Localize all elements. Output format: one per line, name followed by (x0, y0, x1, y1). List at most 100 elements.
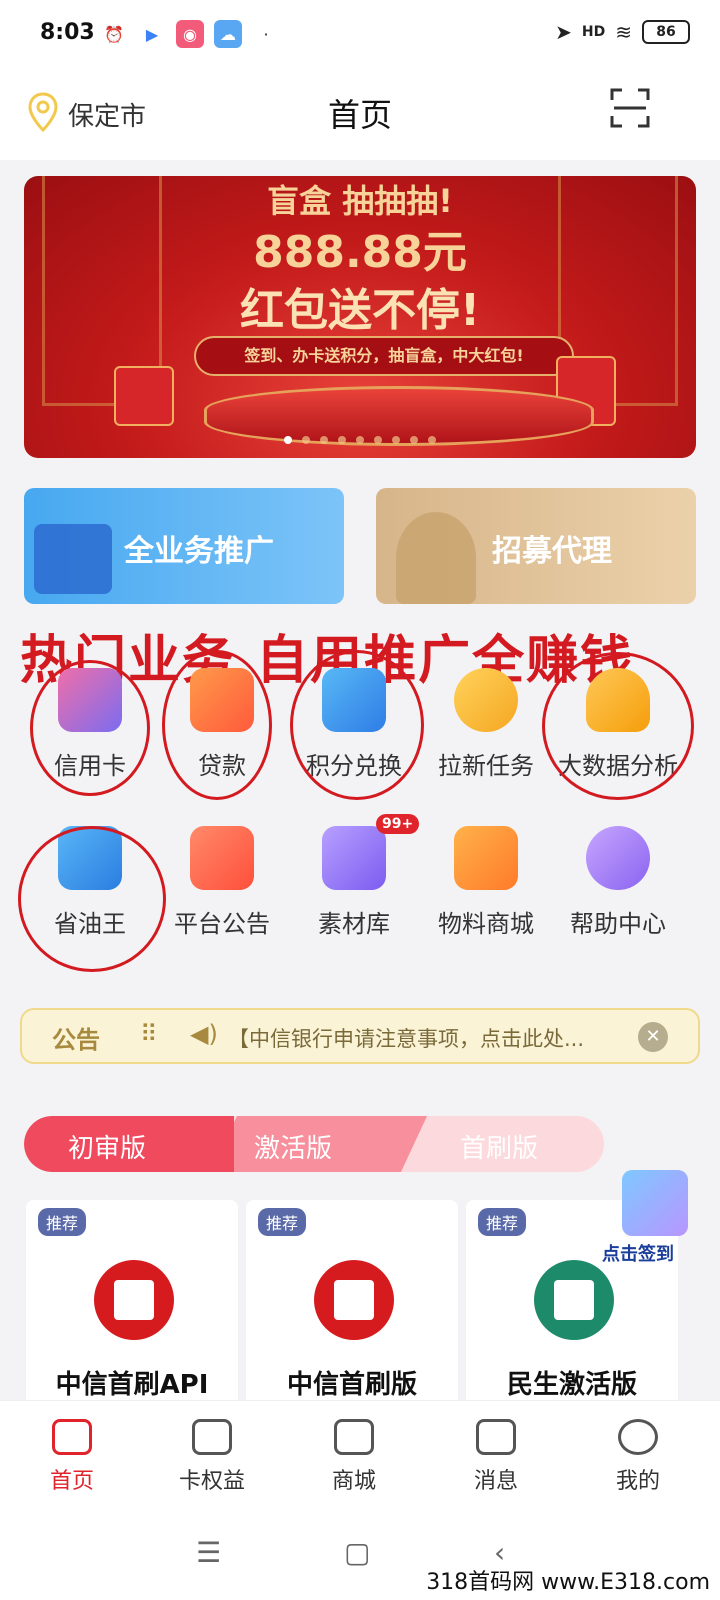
tab-first-swipe[interactable]: 首刷版 (460, 1128, 538, 1165)
nav-label: 首页 (49, 1469, 94, 1494)
smiley-icon (622, 1170, 688, 1236)
status-notification-icons: ⏰ ▶ ◉ ☁ · (100, 20, 280, 48)
sign-in-label: 点击签到 (602, 1244, 674, 1265)
carousel-dot[interactable] (410, 436, 418, 444)
drag-dots-icon: ⠿ (140, 1020, 158, 1048)
carousel-dot[interactable] (356, 436, 364, 444)
grid-item-material-library[interactable]: 素材库 99+ (284, 814, 424, 939)
gift-box-icon (114, 366, 174, 426)
all-business-promo-card[interactable]: 全业务推广 (24, 488, 344, 604)
announcement-bar[interactable]: 公告 ⠿ ◀) 【中信银行申请注意事项，点击此处... ✕ (20, 1008, 700, 1064)
grid-item-label: 拉新任务 (438, 752, 534, 780)
grid-item-material-mall[interactable]: 物料商城 (416, 826, 556, 939)
product-card[interactable]: 推荐 中信首刷版 (246, 1200, 458, 1410)
nav-messages[interactable]: 消息 (436, 1419, 556, 1495)
shop-icon (454, 826, 518, 890)
nav-mall[interactable]: 商城 (294, 1419, 414, 1495)
cloud-app-icon: ☁ (214, 20, 242, 48)
product-card[interactable]: 推荐 中信首刷API (26, 1200, 238, 1410)
nav-label: 商城 (331, 1469, 376, 1494)
banner-slogan: 红包送不停! (239, 285, 481, 336)
dot-icon: · (263, 24, 269, 44)
recommend-badge: 推荐 (258, 1208, 307, 1236)
recruit-agent-card[interactable]: 招募代理 (376, 488, 696, 604)
app-header: 保定市 首页 (0, 70, 720, 160)
carousel-dot[interactable] (374, 436, 382, 444)
watermark: 318首码网 www.E318.com (416, 1560, 720, 1600)
carousel-dot[interactable] (338, 436, 346, 444)
grid-item-label: 素材库 (318, 910, 390, 938)
tab-first-review[interactable]: 初审版 (68, 1128, 146, 1165)
promo-banner[interactable]: 盲盒 抽抽抽! 888.88元 红包送不停! 签到、办卡送积分，抽盲盒，中大红包… (24, 176, 696, 458)
carousel-dot[interactable] (428, 436, 436, 444)
grid-item-announcements[interactable]: 平台公告 (152, 826, 292, 939)
alarm-icon: ⏰ (104, 24, 124, 44)
nav-label: 我的 (615, 1469, 660, 1494)
home-card-icon (52, 1419, 92, 1455)
banner-amount: 888.88元 (253, 227, 467, 278)
person-icon (396, 512, 476, 604)
coins-icon (454, 668, 518, 732)
citic-bank-logo-icon (94, 1260, 174, 1340)
recommend-badge: 推荐 (38, 1208, 87, 1236)
menu-icon[interactable]: ☰ (196, 1536, 221, 1569)
annotation-circle (18, 826, 166, 972)
nav-label: 消息 (473, 1469, 518, 1494)
drawer-icon (322, 826, 386, 890)
grid-item-referral-task[interactable]: 拉新任务 (416, 668, 556, 781)
version-tabs: 初审版 激活版 首刷版 (24, 1116, 604, 1172)
carousel-dot[interactable] (302, 436, 310, 444)
product-name: 民生激活版 (506, 1370, 637, 1400)
chat-icon (476, 1419, 516, 1455)
grid-item-label: 物料商城 (438, 910, 534, 938)
badge-count: 99+ (376, 814, 420, 834)
document-icon (34, 524, 112, 594)
minsheng-bank-logo-icon (534, 1260, 614, 1340)
user-icon (618, 1419, 658, 1455)
close-icon[interactable]: ✕ (638, 1022, 668, 1052)
carousel-dot[interactable] (392, 436, 400, 444)
gift-icon (192, 1419, 232, 1455)
nav-card-benefits[interactable]: 卡权益 (152, 1419, 272, 1495)
annotation-circle (290, 650, 424, 800)
nav-label: 卡权益 (178, 1469, 245, 1494)
location-arrow-icon: ➤ (555, 20, 572, 44)
annotation-circle (30, 660, 150, 796)
grid-item-help-center[interactable]: 帮助中心 (548, 826, 688, 939)
product-name: 中信首刷版 (286, 1370, 417, 1400)
megaphone-icon (190, 826, 254, 890)
carousel-dot[interactable] (284, 436, 292, 444)
bottom-navigation: 首页 卡权益 商城 消息 我的 (0, 1400, 720, 1510)
store-icon (334, 1419, 374, 1455)
product-name: 中信首刷API (55, 1370, 209, 1400)
promo-card-label: 全业务推广 (124, 534, 274, 569)
app-icon: ◉ (176, 20, 204, 48)
carousel-dot[interactable] (320, 436, 328, 444)
carousel-dots[interactable] (24, 436, 696, 444)
battery-icon: 86 (642, 20, 690, 44)
recommend-badge: 推荐 (478, 1208, 527, 1236)
annotation-circle (162, 650, 272, 800)
status-time: 8:03 (40, 20, 95, 45)
grid-item-label: 平台公告 (174, 910, 270, 938)
grid-item-label: 帮助中心 (570, 910, 666, 938)
speaker-icon: ◀) (190, 1020, 218, 1048)
promo-card-label: 招募代理 (492, 534, 612, 569)
notice-text[interactable]: 【中信银行申请注意事项，点击此处... (228, 1023, 584, 1053)
notice-tag: 公告 (52, 1026, 100, 1054)
annotation-circle (542, 652, 694, 800)
headset-icon (586, 826, 650, 890)
scan-icon[interactable] (610, 88, 650, 128)
signal-icon: HD (581, 24, 606, 40)
status-bar: 8:03 ⏰ ▶ ◉ ☁ · ➤ HD ≋ 86 (0, 0, 720, 70)
video-app-icon: ▶ (145, 24, 159, 44)
sign-in-float-button[interactable]: 点击签到 (602, 1170, 712, 1270)
citic-bank-logo-icon (314, 1260, 394, 1340)
banner-ribbon: 签到、办卡送积分，抽盲盒，中大红包! (194, 336, 574, 376)
home-icon[interactable]: ▢ (344, 1536, 370, 1569)
tab-activation[interactable]: 激活版 (254, 1128, 332, 1165)
nav-profile[interactable]: 我的 (578, 1419, 698, 1495)
nav-home[interactable]: 首页 (12, 1419, 132, 1495)
status-system-icons: ➤ HD ≋ 86 (555, 20, 690, 44)
wifi-icon: ≋ (615, 20, 632, 44)
